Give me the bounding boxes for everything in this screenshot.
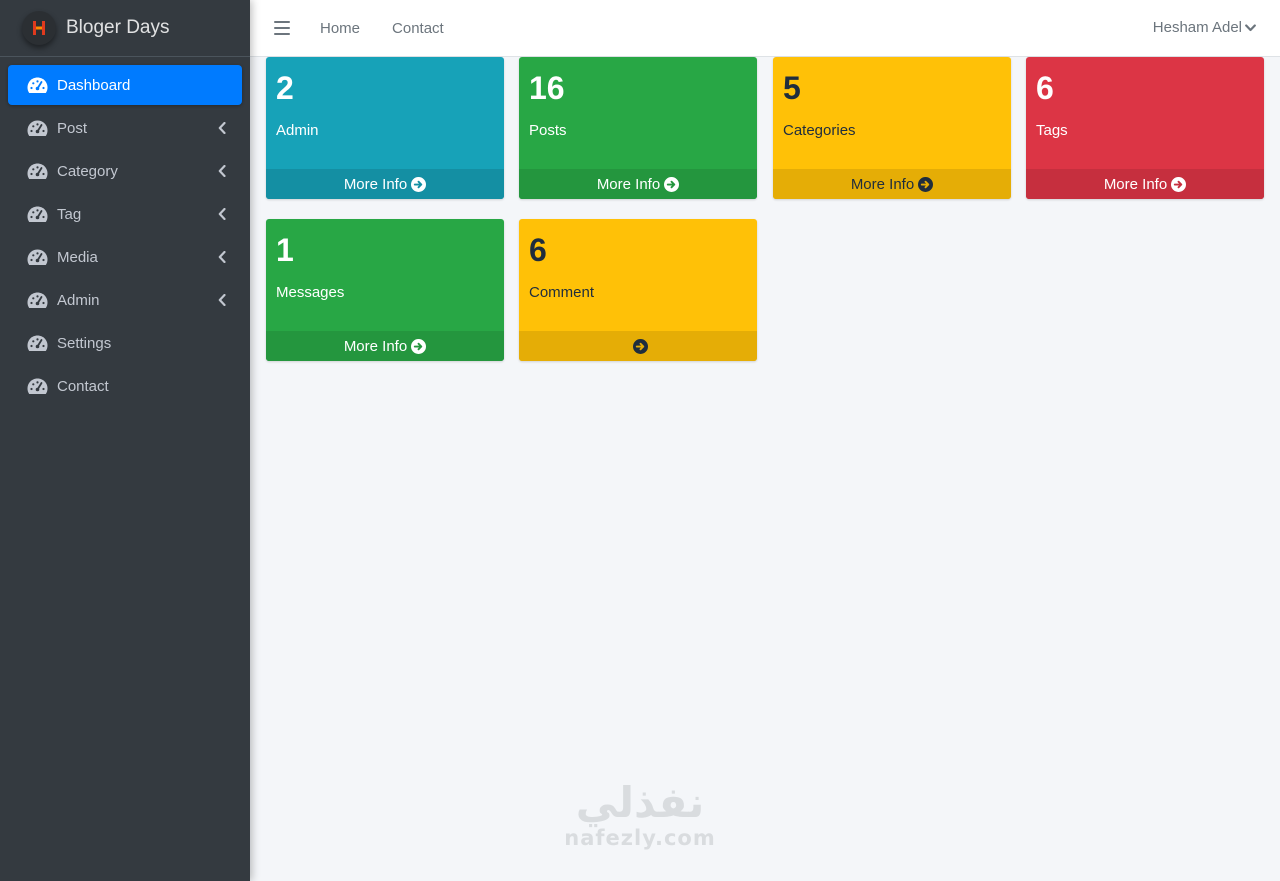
more-info-link[interactable]: More Info xyxy=(266,331,504,361)
tachometer-icon xyxy=(27,76,49,94)
stat-card-admin: 2 Admin More Info xyxy=(266,57,504,199)
user-name: Hesham Adel xyxy=(1152,19,1242,36)
stat-count: 2 xyxy=(276,70,294,106)
sidebar-item-label: Tag xyxy=(57,205,82,223)
watermark-latin: nafezly.com xyxy=(564,826,716,850)
tachometer-icon xyxy=(27,119,49,137)
nav-link-home[interactable]: Home xyxy=(320,20,360,37)
sidebar-item-label: Media xyxy=(57,248,98,266)
sidebar-item-settings[interactable]: Settings xyxy=(8,323,242,363)
tachometer-icon xyxy=(27,377,49,395)
sidebar-item-tag[interactable]: Tag xyxy=(8,194,242,234)
stat-card-categories: 5 Categories More Info xyxy=(773,57,1011,199)
user-menu[interactable]: Hesham Adel xyxy=(1153,19,1256,36)
tachometer-icon xyxy=(27,291,49,309)
stat-count: 1 xyxy=(276,232,294,268)
tachometer-icon xyxy=(27,248,49,266)
more-info-label: More Info xyxy=(850,175,915,193)
arrow-circle-right-icon xyxy=(664,176,680,192)
sidebar-item-label: Admin xyxy=(57,291,100,309)
more-info-link[interactable] xyxy=(519,331,757,361)
arrow-circle-right-icon xyxy=(411,338,427,354)
sidebar-item-contact[interactable]: Contact xyxy=(8,366,242,406)
sidebar: Bloger Days Dashboard Post Category Tag … xyxy=(0,0,250,881)
stat-count: 16 xyxy=(529,70,565,106)
stat-count: 6 xyxy=(529,232,547,268)
more-info-label: More Info xyxy=(343,175,408,193)
sidebar-item-dashboard[interactable]: Dashboard xyxy=(8,65,242,105)
stat-label: Tags xyxy=(1036,122,1068,139)
stat-label: Messages xyxy=(276,284,345,301)
chevron-left-icon xyxy=(218,164,226,181)
sidebar-item-category[interactable]: Category xyxy=(8,151,242,191)
more-info-link[interactable]: More Info xyxy=(1026,169,1264,199)
brand-link[interactable]: Bloger Days xyxy=(0,0,250,57)
chevron-left-icon xyxy=(218,207,226,224)
sidebar-item-label: Category xyxy=(57,162,118,180)
nav-link-contact[interactable]: Contact xyxy=(392,20,444,37)
more-info-label: More Info xyxy=(596,175,661,193)
brand-title: Bloger Days xyxy=(66,17,170,38)
more-info-link[interactable]: More Info xyxy=(773,169,1011,199)
chevron-left-icon xyxy=(218,293,226,310)
sidebar-item-post[interactable]: Post xyxy=(8,108,242,148)
stat-card-messages: 1 Messages More Info xyxy=(266,219,504,361)
more-info-label: More Info xyxy=(1103,175,1168,193)
sidebar-item-label: Contact xyxy=(57,377,109,395)
more-info-link[interactable]: More Info xyxy=(519,169,757,199)
sidebar-nav: Dashboard Post Category Tag Media Admin xyxy=(0,57,250,417)
brand-logo-icon xyxy=(22,11,56,45)
stat-card-posts: 16 Posts More Info xyxy=(519,57,757,199)
sidebar-item-label: Dashboard xyxy=(57,76,131,94)
chevron-down-icon xyxy=(1245,23,1256,31)
stat-count: 5 xyxy=(783,70,801,106)
chevron-left-icon xyxy=(218,121,226,138)
sidebar-item-admin[interactable]: Admin xyxy=(8,280,242,320)
stat-card-comment: 6 Comment xyxy=(519,219,757,361)
more-info-link[interactable]: More Info xyxy=(266,169,504,199)
arrow-circle-right-icon xyxy=(632,338,648,354)
arrow-circle-right-icon xyxy=(918,176,934,192)
stat-label: Posts xyxy=(529,122,567,139)
tachometer-icon xyxy=(27,334,49,352)
top-navbar: Home Contact Hesham Adel xyxy=(250,0,1280,57)
watermark-arabic: نفذلي xyxy=(575,778,705,827)
chevron-left-icon xyxy=(218,250,226,267)
sidebar-item-label: Settings xyxy=(57,334,112,352)
arrow-circle-right-icon xyxy=(411,176,427,192)
stat-label: Comment xyxy=(529,284,595,301)
stat-label: Categories xyxy=(783,122,856,139)
sidebar-item-label: Post xyxy=(57,119,88,137)
sidebar-item-media[interactable]: Media xyxy=(8,237,242,277)
watermark: نفذلي nafezly.com xyxy=(560,778,720,851)
more-info-label: More Info xyxy=(343,337,408,355)
hamburger-icon[interactable] xyxy=(274,21,290,35)
stat-label: Admin xyxy=(276,122,319,139)
arrow-circle-right-icon xyxy=(1171,176,1187,192)
tachometer-icon xyxy=(27,205,49,223)
tachometer-icon xyxy=(27,162,49,180)
stat-count: 6 xyxy=(1036,70,1054,106)
stat-card-tags: 6 Tags More Info xyxy=(1026,57,1264,199)
